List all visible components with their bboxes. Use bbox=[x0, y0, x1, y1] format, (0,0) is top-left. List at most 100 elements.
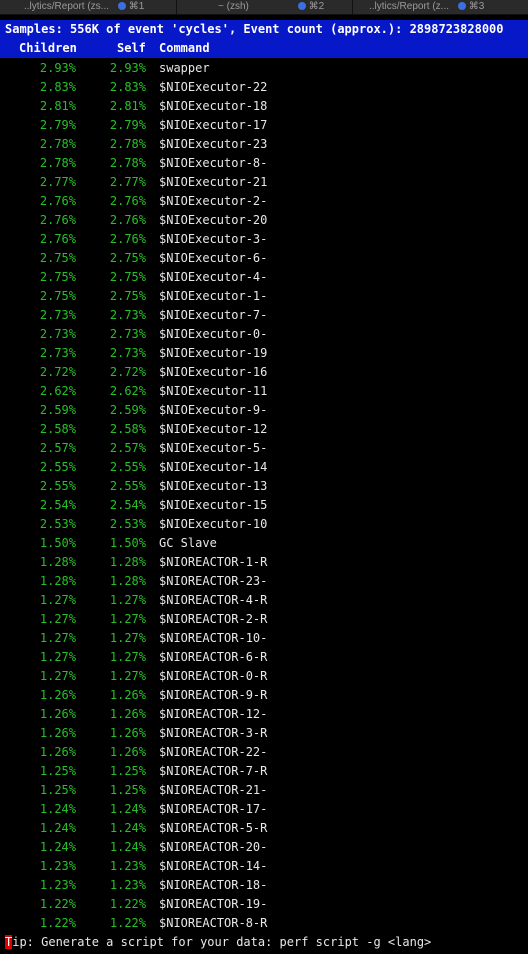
children-percent: 2.78% bbox=[39, 137, 76, 151]
table-row[interactable]: 1.25% 1.25% $NIOREACTOR-21- bbox=[0, 780, 528, 799]
command-name: $NIOExecutor-17 bbox=[159, 118, 268, 132]
children-percent: 2.75% bbox=[39, 270, 76, 284]
table-row[interactable]: 2.72% 2.72% $NIOExecutor-16 bbox=[0, 362, 528, 381]
children-percent: 1.26% bbox=[39, 707, 76, 721]
table-row[interactable]: 2.73% 2.73% $NIOExecutor-7- bbox=[0, 305, 528, 324]
tab-2-shortcut: ⌘2 bbox=[308, 1, 325, 12]
command-name: $NIOExecutor-5- bbox=[159, 441, 268, 455]
table-row[interactable]: 1.24% 1.24% $NIOREACTOR-5-R bbox=[0, 818, 528, 837]
self-percent: 2.75% bbox=[109, 289, 146, 303]
table-row[interactable]: 2.75% 2.75% $NIOExecutor-1- bbox=[0, 286, 528, 305]
table-row[interactable]: 2.77% 2.77% $NIOExecutor-21 bbox=[0, 172, 528, 191]
table-row[interactable]: 2.75% 2.75% $NIOExecutor-4- bbox=[0, 267, 528, 286]
table-row[interactable]: 1.27% 1.27% $NIOREACTOR-10- bbox=[0, 628, 528, 647]
table-row[interactable]: 1.27% 1.27% $NIOREACTOR-2-R bbox=[0, 609, 528, 628]
self-percent: 2.73% bbox=[109, 346, 146, 360]
table-row[interactable]: 1.22% 1.22% $NIOREACTOR-8-R bbox=[0, 913, 528, 932]
children-percent: 2.57% bbox=[39, 441, 76, 455]
table-row[interactable]: 1.26% 1.26% $NIOREACTOR-12- bbox=[0, 704, 528, 723]
table-row[interactable]: 1.28% 1.28% $NIOREACTOR-1-R bbox=[0, 552, 528, 571]
table-row[interactable]: 2.93% 2.93% swapper bbox=[0, 58, 528, 77]
table-row[interactable]: 1.26% 1.26% $NIOREACTOR-9-R bbox=[0, 685, 528, 704]
table-row[interactable]: 2.58% 2.58% $NIOExecutor-12 bbox=[0, 419, 528, 438]
table-row[interactable]: 2.55% 2.55% $NIOExecutor-13 bbox=[0, 476, 528, 495]
table-row[interactable]: 2.75% 2.75% $NIOExecutor-6- bbox=[0, 248, 528, 267]
self-percent: 1.27% bbox=[109, 669, 146, 683]
command-name: $NIOREACTOR-6-R bbox=[159, 650, 268, 664]
self-percent: 1.23% bbox=[109, 878, 146, 892]
perf-report-header: Samples: 556K of event 'cycles', Event c… bbox=[0, 20, 528, 58]
children-percent: 2.76% bbox=[39, 194, 76, 208]
table-row[interactable]: 2.73% 2.73% $NIOExecutor-19 bbox=[0, 343, 528, 362]
table-row[interactable]: 2.55% 2.55% $NIOExecutor-14 bbox=[0, 457, 528, 476]
command-name: $NIOExecutor-6- bbox=[159, 251, 268, 265]
self-percent: 1.23% bbox=[109, 859, 146, 873]
tab-2[interactable]: ~ (zsh) ⌘2 bbox=[218, 0, 324, 14]
self-percent: 1.50% bbox=[109, 536, 146, 550]
table-row[interactable]: 2.62% 2.62% $NIOExecutor-11 bbox=[0, 381, 528, 400]
column-header-children: Children bbox=[19, 41, 77, 55]
self-percent: 2.76% bbox=[109, 194, 146, 208]
tab-3[interactable]: ..lytics/Report (z... ⌘3 bbox=[369, 0, 484, 14]
activity-dot-icon bbox=[457, 2, 466, 10]
self-percent: 1.25% bbox=[109, 764, 146, 778]
table-row[interactable]: 1.22% 1.22% $NIOREACTOR-19- bbox=[0, 894, 528, 913]
tab-1[interactable]: ..lytics/Report (zs... ⌘1 bbox=[24, 0, 144, 14]
table-row[interactable]: 2.53% 2.53% $NIOExecutor-10 bbox=[0, 514, 528, 533]
self-percent: 2.83% bbox=[109, 80, 146, 94]
command-name: $NIOREACTOR-23- bbox=[159, 574, 268, 588]
command-name: $NIOExecutor-10 bbox=[159, 517, 268, 531]
table-row[interactable]: 1.27% 1.27% $NIOREACTOR-6-R bbox=[0, 647, 528, 666]
command-name: $NIOExecutor-21 bbox=[159, 175, 268, 189]
table-row[interactable]: 2.59% 2.59% $NIOExecutor-9- bbox=[0, 400, 528, 419]
children-percent: 2.53% bbox=[39, 517, 76, 531]
children-percent: 2.76% bbox=[39, 232, 76, 246]
table-row[interactable]: 2.76% 2.76% $NIOExecutor-3- bbox=[0, 229, 528, 248]
command-name: $NIOExecutor-3- bbox=[159, 232, 268, 246]
self-percent: 1.28% bbox=[109, 574, 146, 588]
command-name: $NIOREACTOR-1-R bbox=[159, 555, 268, 569]
self-percent: 2.54% bbox=[109, 498, 146, 512]
children-percent: 1.28% bbox=[39, 555, 76, 569]
table-row[interactable]: 1.24% 1.24% $NIOREACTOR-20- bbox=[0, 837, 528, 856]
table-row[interactable]: 1.50% 1.50% GC Slave bbox=[0, 533, 528, 552]
table-row[interactable]: 1.24% 1.24% $NIOREACTOR-17- bbox=[0, 799, 528, 818]
self-percent: 1.25% bbox=[109, 783, 146, 797]
self-percent: 2.53% bbox=[109, 517, 146, 531]
table-row[interactable]: 1.27% 1.27% $NIOREACTOR-4-R bbox=[0, 590, 528, 609]
self-percent: 2.93% bbox=[109, 61, 146, 75]
table-row[interactable]: 1.26% 1.26% $NIOREACTOR-3-R bbox=[0, 723, 528, 742]
children-percent: 1.22% bbox=[39, 897, 76, 911]
table-row[interactable]: 2.54% 2.54% $NIOExecutor-15 bbox=[0, 495, 528, 514]
table-row[interactable]: 2.81% 2.81% $NIOExecutor-18 bbox=[0, 96, 528, 115]
children-percent: 1.27% bbox=[39, 650, 76, 664]
table-row[interactable]: 2.83% 2.83% $NIOExecutor-22 bbox=[0, 77, 528, 96]
children-percent: 1.25% bbox=[39, 783, 76, 797]
table-row[interactable]: 1.28% 1.28% $NIOREACTOR-23- bbox=[0, 571, 528, 590]
children-percent: 2.72% bbox=[39, 365, 76, 379]
self-percent: 2.79% bbox=[109, 118, 146, 132]
table-row[interactable]: 2.78% 2.78% $NIOExecutor-8- bbox=[0, 153, 528, 172]
self-percent: 1.27% bbox=[109, 593, 146, 607]
command-name: $NIOExecutor-9- bbox=[159, 403, 268, 417]
table-row[interactable]: 2.78% 2.78% $NIOExecutor-23 bbox=[0, 134, 528, 153]
table-row[interactable]: 1.23% 1.23% $NIOREACTOR-18- bbox=[0, 875, 528, 894]
table-row[interactable]: 2.76% 2.76% $NIOExecutor-20 bbox=[0, 210, 528, 229]
table-row[interactable]: 2.57% 2.57% $NIOExecutor-5- bbox=[0, 438, 528, 457]
command-name: $NIOREACTOR-12- bbox=[159, 707, 268, 721]
self-percent: 1.26% bbox=[109, 745, 146, 759]
table-row[interactable]: 1.23% 1.23% $NIOREACTOR-14- bbox=[0, 856, 528, 875]
self-percent: 1.26% bbox=[109, 726, 146, 740]
table-row[interactable]: 2.79% 2.79% $NIOExecutor-17 bbox=[0, 115, 528, 134]
table-row[interactable]: 1.25% 1.25% $NIOREACTOR-7-R bbox=[0, 761, 528, 780]
self-percent: 2.55% bbox=[109, 460, 146, 474]
children-percent: 1.24% bbox=[39, 821, 76, 835]
self-percent: 2.57% bbox=[109, 441, 146, 455]
tab-3-label: ..lytics/Report (z... bbox=[369, 1, 450, 12]
children-percent: 1.27% bbox=[39, 612, 76, 626]
table-row[interactable]: 1.27% 1.27% $NIOREACTOR-0-R bbox=[0, 666, 528, 685]
table-row[interactable]: 2.76% 2.76% $NIOExecutor-2- bbox=[0, 191, 528, 210]
table-row[interactable]: 2.73% 2.73% $NIOExecutor-0- bbox=[0, 324, 528, 343]
table-row[interactable]: 1.26% 1.26% $NIOREACTOR-22- bbox=[0, 742, 528, 761]
command-name: $NIOREACTOR-20- bbox=[159, 840, 268, 854]
